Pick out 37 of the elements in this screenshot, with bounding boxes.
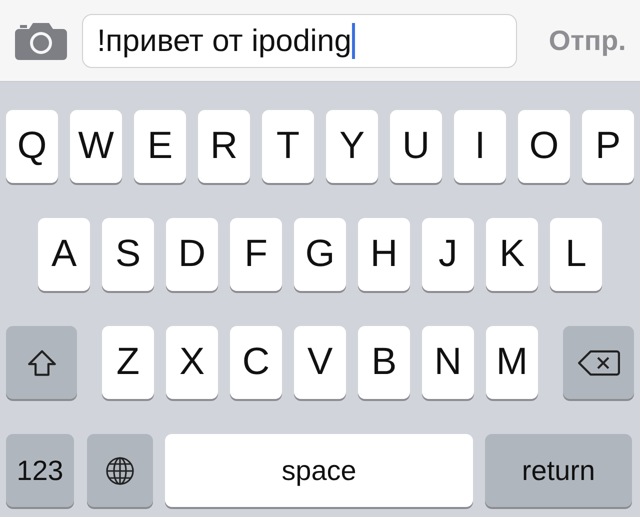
letter-key[interactable]: V xyxy=(294,326,346,399)
letter-key[interactable]: R xyxy=(198,110,250,183)
letter-key[interactable]: E xyxy=(134,110,186,183)
letter-key[interactable]: T xyxy=(262,110,314,183)
shift-arrow-icon xyxy=(26,348,56,376)
letter-key[interactable]: O xyxy=(518,110,570,183)
letter-key[interactable]: U xyxy=(390,110,442,183)
letter-key[interactable]: M xyxy=(486,326,538,399)
globe-icon xyxy=(105,456,135,486)
message-field[interactable]: !привет от ipoding xyxy=(82,14,517,68)
letter-key[interactable]: X xyxy=(166,326,218,399)
camera-icon[interactable] xyxy=(15,22,67,60)
shift-key[interactable] xyxy=(6,326,77,399)
numbers-key[interactable]: 123 xyxy=(6,434,74,507)
letter-key[interactable]: S xyxy=(102,218,154,291)
letter-key[interactable]: P xyxy=(582,110,634,183)
letter-key[interactable]: B xyxy=(358,326,410,399)
letter-key[interactable]: K xyxy=(486,218,538,291)
letter-key[interactable]: J xyxy=(422,218,474,291)
space-key[interactable]: space xyxy=(165,434,473,507)
letter-key[interactable]: Q xyxy=(6,110,58,183)
delete-key[interactable] xyxy=(563,326,634,399)
letter-key[interactable]: Y xyxy=(326,110,378,183)
letter-key[interactable]: W xyxy=(70,110,122,183)
letter-key[interactable]: A xyxy=(38,218,90,291)
letter-key[interactable]: D xyxy=(166,218,218,291)
globe-key[interactable] xyxy=(87,434,153,507)
backspace-icon xyxy=(578,348,620,376)
letter-key[interactable]: H xyxy=(358,218,410,291)
letter-key[interactable]: C xyxy=(230,326,282,399)
letter-key[interactable]: F xyxy=(230,218,282,291)
return-key[interactable]: return xyxy=(485,434,632,507)
letter-key[interactable]: L xyxy=(550,218,602,291)
letter-key[interactable]: N xyxy=(422,326,474,399)
letter-key[interactable]: I xyxy=(454,110,506,183)
letter-key[interactable]: Z xyxy=(102,326,154,399)
letter-key[interactable]: G xyxy=(294,218,346,291)
